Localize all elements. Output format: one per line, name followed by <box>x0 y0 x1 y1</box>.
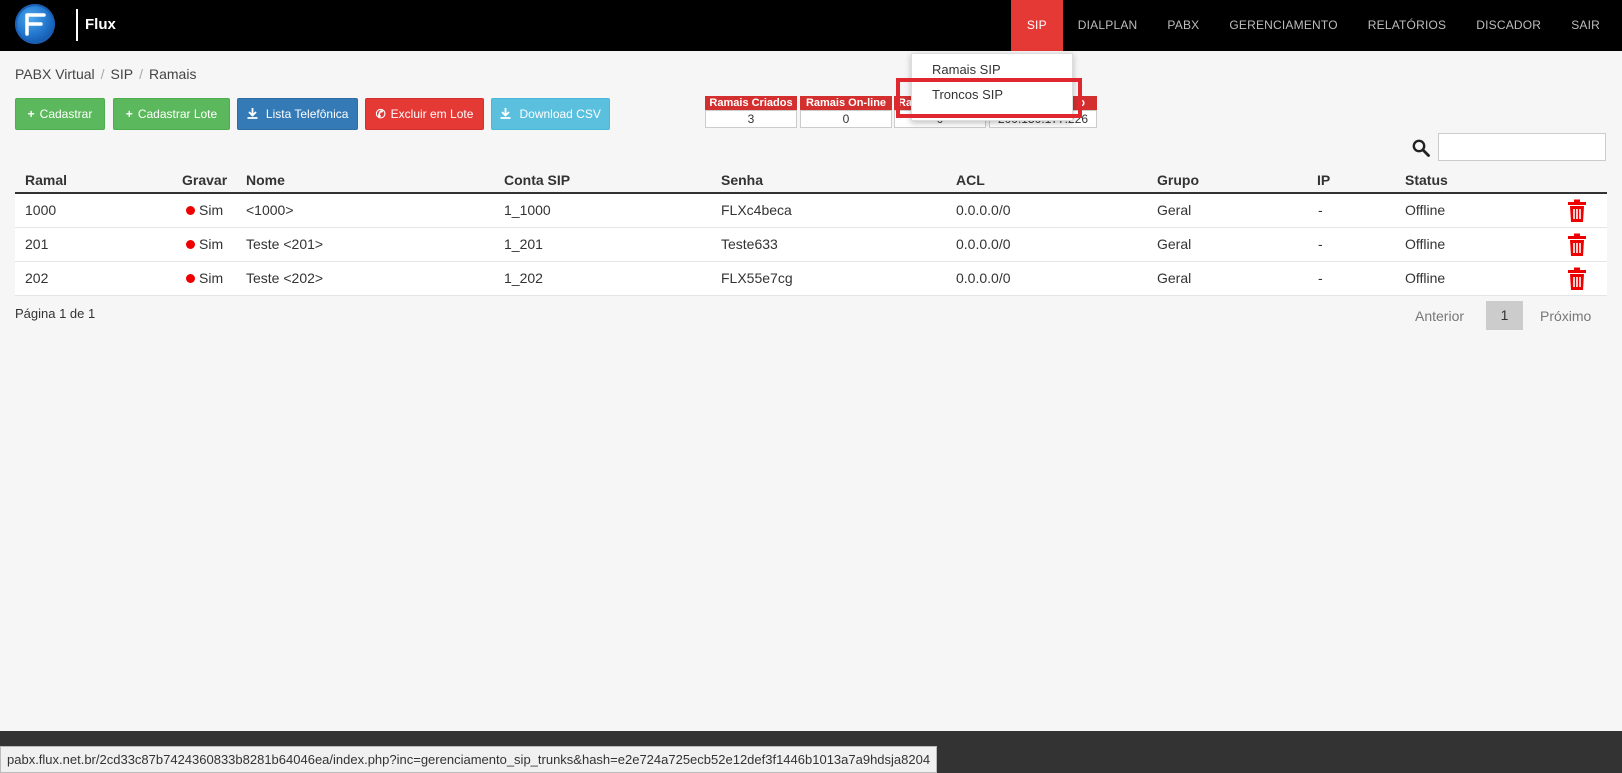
cell-ramal: 202 <box>25 270 49 286</box>
cell-ramal: 201 <box>25 236 49 252</box>
cell-acl: 0.0.0.0/0 <box>956 236 1011 252</box>
stat-value: 3 <box>705 110 797 128</box>
col-gravar[interactable]: Gravar <box>182 172 227 188</box>
top-navbar: Flux SIP DIALPLAN PABX GERENCIAMENTO REL… <box>0 0 1622 51</box>
stat-value: 0 <box>800 110 892 128</box>
download-icon <box>247 107 261 121</box>
status-bar-url: pabx.flux.net.br/2cd33c87b7424360833b828… <box>0 746 938 773</box>
table-row[interactable]: 201 Sim Teste <201> 1_201 Teste633 0.0.0… <box>15 228 1607 262</box>
cell-nome: Teste <201> <box>246 236 324 252</box>
pagination-prev[interactable]: Anterior <box>1415 308 1464 324</box>
cell-grupo: Geral <box>1157 202 1192 218</box>
nav-gerenciamento[interactable]: GERENCIAMENTO <box>1214 0 1352 51</box>
breadcrumb: PABX Virtual / SIP / Ramais <box>15 66 196 82</box>
pagination-info: Página 1 de 1 <box>15 306 96 321</box>
plus-icon: + <box>125 107 133 121</box>
breadcrumb-separator: / <box>139 66 143 82</box>
excluir-lote-label: Excluir em Lote <box>390 107 474 121</box>
lista-telefonica-button[interactable]: Lista Telefônica <box>237 98 358 130</box>
excluir-lote-button[interactable]: ✆ Excluir em Lote <box>365 98 484 130</box>
brand-name[interactable]: Flux <box>85 16 116 33</box>
cell-senha: Teste633 <box>721 236 778 252</box>
cell-senha: FLXc4beca <box>721 202 792 218</box>
cell-conta-sip: 1_202 <box>504 270 543 286</box>
lista-telefonica-label: Lista Telefônica <box>265 107 349 121</box>
record-dot-icon <box>186 206 195 215</box>
cell-ip: - <box>1318 202 1323 218</box>
pagination-page-1[interactable]: 1 <box>1486 301 1523 330</box>
cell-gravar: Sim <box>186 236 223 252</box>
stat-label: Ramais Criados <box>705 96 797 110</box>
nav-relatorios[interactable]: RELATÓRIOS <box>1353 0 1461 51</box>
phone-icon: ✆ <box>375 107 386 121</box>
cell-ip: - <box>1318 270 1323 286</box>
cell-acl: 0.0.0.0/0 <box>956 270 1011 286</box>
cadastrar-button[interactable]: + Cadastrar <box>15 98 105 130</box>
stat-label: Ramais On-line <box>800 96 892 110</box>
search-input[interactable] <box>1438 133 1606 161</box>
cell-status: Offline <box>1405 236 1446 252</box>
nav-pabx[interactable]: PABX <box>1152 0 1214 51</box>
breadcrumb-separator: / <box>100 66 105 82</box>
col-nome[interactable]: Nome <box>246 172 285 188</box>
col-senha[interactable]: Senha <box>721 172 763 188</box>
pagination-next[interactable]: Próximo <box>1540 308 1591 324</box>
main-nav: SIP DIALPLAN PABX GERENCIAMENTO RELATÓRI… <box>1010 0 1622 51</box>
record-dot-icon <box>186 240 195 249</box>
cell-senha: FLX55e7cg <box>721 270 793 286</box>
cell-gravar: Sim <box>186 270 223 286</box>
cell-conta-sip: 1_201 <box>504 236 543 252</box>
breadcrumb-sip[interactable]: SIP <box>111 66 134 82</box>
cell-grupo: Geral <box>1157 270 1192 286</box>
gravar-value: Sim <box>199 236 224 252</box>
plus-icon: + <box>27 107 35 121</box>
cell-acl: 0.0.0.0/0 <box>956 202 1011 218</box>
download-csv-label: Download CSV <box>519 107 601 121</box>
menu-item-ramais-sip[interactable]: Ramais SIP <box>932 62 1001 77</box>
nav-discador[interactable]: DISCADOR <box>1461 0 1556 51</box>
stat-ramais-criados: Ramais Criados 3 <box>705 96 797 128</box>
cell-ramal: 1000 <box>25 202 57 218</box>
trash-icon[interactable] <box>1567 267 1587 296</box>
cadastrar-lote-button[interactable]: + Cadastrar Lote <box>113 98 230 130</box>
col-conta-sip[interactable]: Conta SIP <box>504 172 570 188</box>
cell-conta-sip: 1_1000 <box>504 202 551 218</box>
col-ip[interactable]: IP <box>1317 172 1330 188</box>
record-dot-icon <box>186 274 195 283</box>
brand-divider <box>76 9 78 41</box>
col-acl[interactable]: ACL <box>956 172 985 188</box>
cell-ip: - <box>1318 236 1323 252</box>
trash-icon[interactable] <box>1567 199 1587 228</box>
stat-ramais-online: Ramais On-line 0 <box>800 96 892 128</box>
cell-gravar: Sim <box>186 202 223 218</box>
breadcrumb-pabx-virtual[interactable]: PABX Virtual <box>15 66 95 82</box>
gravar-value: Sim <box>199 202 224 218</box>
nav-sair[interactable]: SAIR <box>1556 0 1622 51</box>
col-status[interactable]: Status <box>1405 172 1448 188</box>
nav-dialplan[interactable]: DIALPLAN <box>1063 0 1153 51</box>
nav-sip[interactable]: SIP <box>1010 0 1063 51</box>
highlight-box <box>896 78 1082 118</box>
flux-logo-icon[interactable] <box>15 4 55 44</box>
col-grupo[interactable]: Grupo <box>1157 172 1199 188</box>
cell-nome: Teste <202> <box>246 270 324 286</box>
col-ramal[interactable]: Ramal <box>25 172 67 188</box>
breadcrumb-ramais: Ramais <box>149 66 197 82</box>
cell-status: Offline <box>1405 202 1446 218</box>
cadastrar-lote-label: Cadastrar Lote <box>137 107 218 121</box>
download-icon <box>500 107 514 121</box>
cell-nome: <1000> <box>246 202 294 218</box>
table-row[interactable]: 1000 Sim <1000> 1_1000 FLXc4beca 0.0.0.0… <box>15 194 1607 228</box>
search-icon[interactable] <box>1412 139 1430 162</box>
cell-grupo: Geral <box>1157 236 1192 252</box>
trash-icon[interactable] <box>1567 233 1587 262</box>
cadastrar-label: Cadastrar <box>39 107 93 121</box>
table-row[interactable]: 202 Sim Teste <202> 1_202 FLX55e7cg 0.0.… <box>15 262 1607 296</box>
download-csv-button[interactable]: Download CSV <box>491 98 610 130</box>
gravar-value: Sim <box>199 270 224 286</box>
cell-status: Offline <box>1405 270 1446 286</box>
